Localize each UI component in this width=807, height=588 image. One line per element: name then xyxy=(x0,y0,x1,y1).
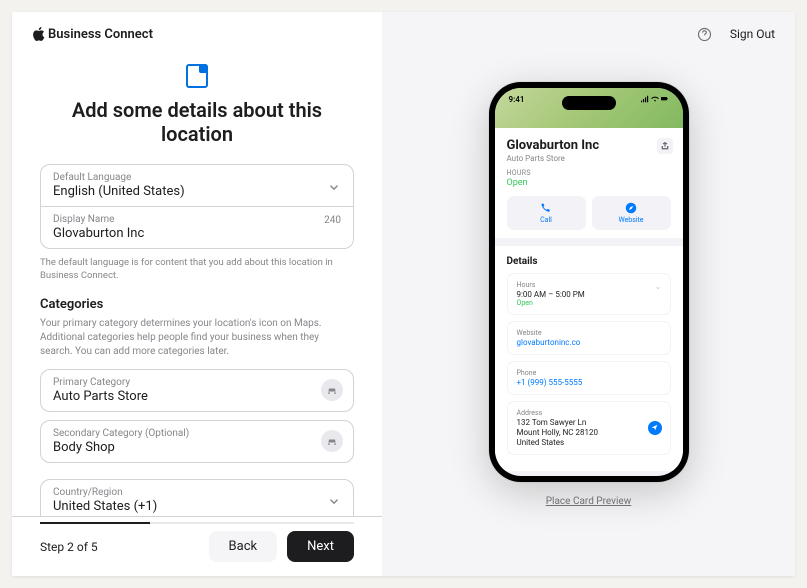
dynamic-island xyxy=(562,96,616,110)
chevron-down-icon xyxy=(327,493,341,507)
chevron-down-icon xyxy=(327,179,341,193)
signout-link[interactable]: Sign Out xyxy=(730,27,775,41)
detail-hours: Hours 9:00 AM – 5:00 PM Open ⌄ xyxy=(507,273,671,315)
back-button[interactable]: Back xyxy=(209,531,278,562)
page-title: Add some details about this location xyxy=(40,98,354,146)
language-select[interactable]: Default Language English (United States) xyxy=(40,164,354,207)
topbar: Business Connect Sign Out xyxy=(12,12,795,56)
detail-address: Address 132 Tom Sawyer Ln Mount Holly, N… xyxy=(507,401,671,455)
footer: Step 2 of 5 Back Next xyxy=(12,516,382,576)
display-name-field[interactable]: Display Name Glovaburton Inc 240 xyxy=(40,207,354,249)
categories-desc: Your primary category determines your lo… xyxy=(40,317,354,359)
progress-bar xyxy=(40,522,354,524)
preview-link[interactable]: Place Card Preview xyxy=(546,496,632,507)
call-action: Call xyxy=(507,196,586,230)
brand-text: Business Connect xyxy=(48,27,153,42)
categories-heading: Categories xyxy=(40,297,354,312)
secondary-category-field[interactable]: Secondary Category (Optional) Body Shop xyxy=(40,420,354,463)
hero-icon xyxy=(40,64,354,88)
details-heading: Details xyxy=(507,256,671,267)
status-time: 9:41 xyxy=(509,95,525,104)
hours-label: HOURS xyxy=(507,169,671,177)
detail-website: Website glovaburtoninc.co xyxy=(507,321,671,355)
signal-icon xyxy=(641,95,649,103)
apple-logo-icon xyxy=(32,27,45,41)
category-icon xyxy=(321,379,343,401)
website-action: Website xyxy=(592,196,671,230)
status-icons xyxy=(641,95,669,104)
char-count: 240 xyxy=(324,215,341,226)
phone-icon xyxy=(540,202,552,214)
business-name: Glovaburton Inc xyxy=(507,138,671,153)
phone-preview: 9:41 Glovaburton Inc Auto Parts Store HO… xyxy=(489,82,689,482)
primary-category-field[interactable]: Primary Category Auto Parts Store xyxy=(40,369,354,412)
battery-icon xyxy=(661,95,669,103)
brand: Business Connect xyxy=(32,27,153,42)
safari-icon xyxy=(625,202,637,214)
detail-phone: Phone +1 (999) 555-5555 xyxy=(507,361,671,395)
wifi-icon xyxy=(651,95,659,103)
details-section: Details Hours 9:00 AM – 5:00 PM Open ⌄ W… xyxy=(495,246,683,471)
next-button[interactable]: Next xyxy=(287,531,354,562)
chevron-down-icon: ⌄ xyxy=(655,282,662,291)
share-icon xyxy=(657,138,673,154)
left-panel: Add some details about this location Def… xyxy=(12,12,382,576)
language-hint: The default language is for content that… xyxy=(40,257,354,283)
country-select[interactable]: Country/Region United States (+1) xyxy=(40,479,354,516)
category-icon xyxy=(321,430,343,452)
business-category: Auto Parts Store xyxy=(507,154,671,163)
navigate-icon xyxy=(648,421,662,435)
open-status: Open xyxy=(507,178,671,188)
help-icon[interactable] xyxy=(697,27,712,42)
right-panel: 9:41 Glovaburton Inc Auto Parts Store HO… xyxy=(382,12,795,576)
place-card: Glovaburton Inc Auto Parts Store HOURS O… xyxy=(495,128,683,238)
step-indicator: Step 2 of 5 xyxy=(40,540,98,554)
